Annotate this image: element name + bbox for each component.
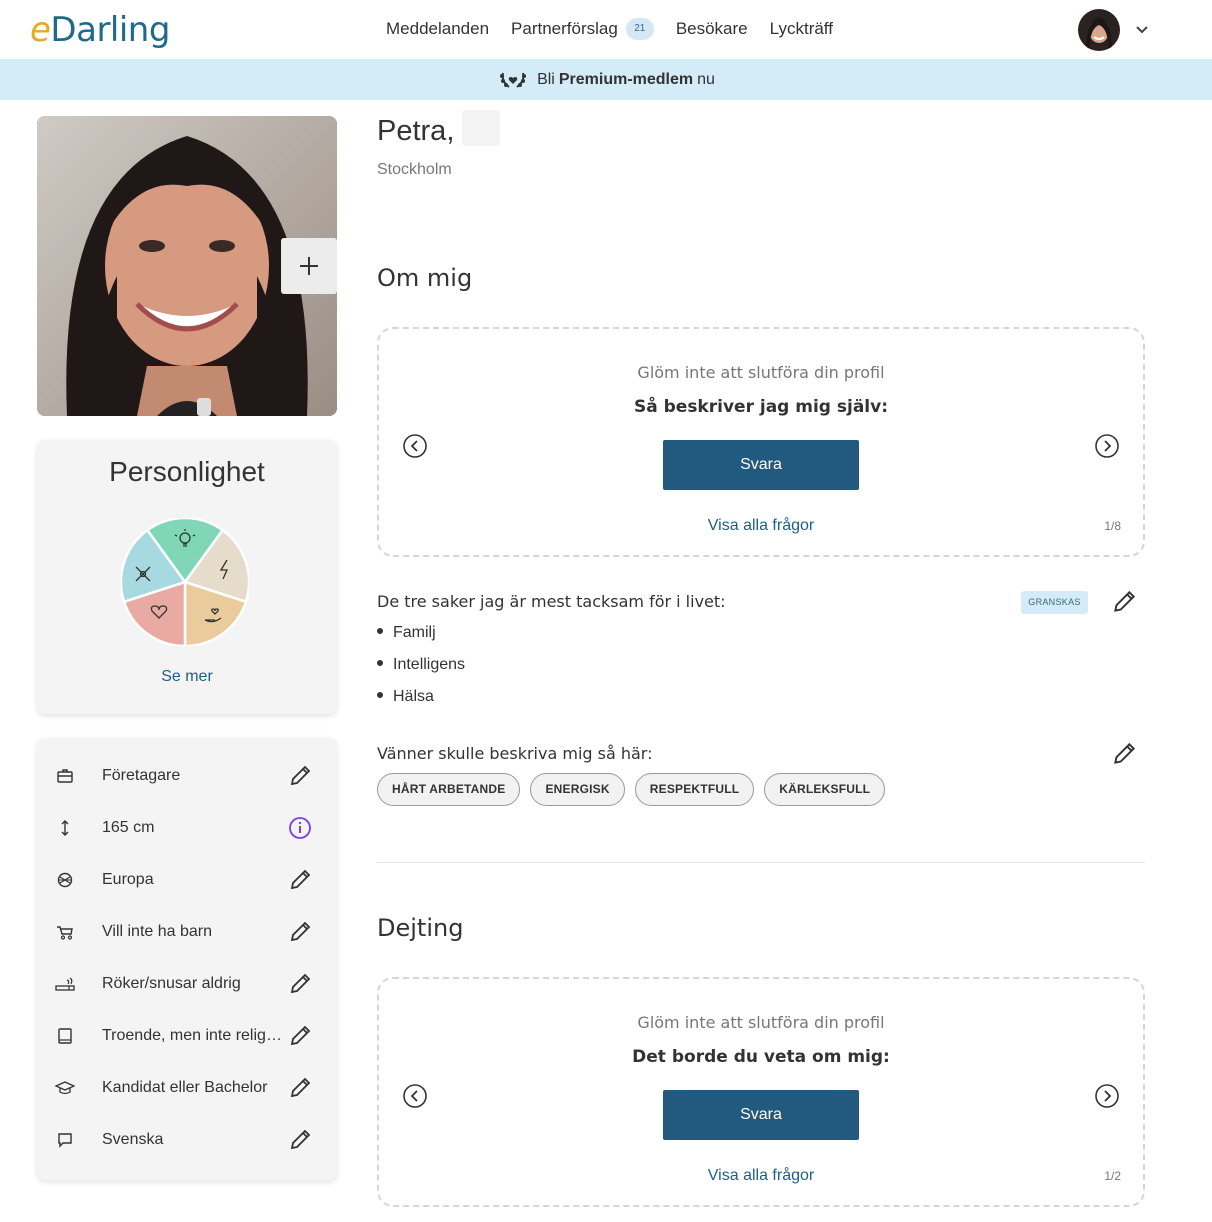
age-redacted (462, 110, 500, 146)
trait-tag: RESPEKTFULL (634, 773, 755, 806)
cigarette-icon (55, 977, 75, 991)
visa-alla-fragor-link[interactable]: Visa alla frågor (379, 517, 1143, 535)
trait-tag: HÅRT ARBETANDE (377, 773, 521, 806)
globe-icon (57, 872, 73, 888)
plus-icon (300, 257, 318, 275)
fact-row-religion: Troende, men inte religiös (37, 1010, 337, 1062)
edit-pencil-icon[interactable] (287, 763, 313, 789)
chevron-right-circle-icon[interactable] (1094, 1083, 1120, 1109)
chevron-left-circle-icon[interactable] (402, 1083, 428, 1109)
friends-tags: HÅRT ARBETANDE ENERGISK RESPEKTFULL KÄRL… (377, 773, 895, 806)
friends-question-title: Vänner skulle beskriva mig så här: (377, 744, 653, 763)
personality-title: Personlighet (109, 456, 265, 487)
profile-name: Petra, (377, 115, 455, 147)
info-icon[interactable] (287, 815, 313, 841)
fact-row-occupation: Företagare (37, 750, 337, 802)
personality-card: Personlighet Se mer (37, 440, 337, 714)
om-mig-heading: Om mig (377, 264, 473, 292)
question-text: Det borde du veta om mig: (632, 1047, 890, 1067)
edit-pencil-icon[interactable] (287, 867, 313, 893)
list-item: Familj (377, 624, 436, 642)
fact-row-children: Vill inte ha barn (37, 906, 337, 958)
list-item: Hälsa (377, 688, 434, 706)
edit-pencil-icon[interactable] (287, 971, 313, 997)
book-icon (58, 1028, 72, 1044)
edit-pencil-icon[interactable] (287, 1127, 313, 1153)
graduation-cap-icon (55, 1081, 75, 1095)
main-nav: Meddelanden Partnerförslag 21 Besökare Ly… (386, 18, 855, 40)
edit-pencil-icon[interactable] (1110, 740, 1138, 768)
fact-row-origin: Europa (37, 854, 337, 906)
chevron-down-icon[interactable] (1133, 20, 1151, 38)
om-mig-question-box: Glöm inte att slutföra din profil Så bes… (377, 327, 1145, 557)
trait-tag: KÄRLEKSFULL (764, 773, 886, 806)
dejting-question-box: Glöm inte att slutföra din profil Det bo… (377, 977, 1145, 1207)
laurel-heart-icon (500, 72, 527, 88)
grateful-question-title: De tre saker jag är mest tacksam för i l… (377, 592, 726, 611)
se-mer-link[interactable]: Se mer (37, 668, 337, 686)
list-item: Intelligens (377, 656, 465, 674)
question-pager: 1/2 (1104, 1169, 1121, 1183)
chevron-right-circle-icon[interactable] (1094, 433, 1120, 459)
trait-tag: ENERGISK (530, 773, 625, 806)
edit-pencil-icon[interactable] (287, 1075, 313, 1101)
nav-besokare[interactable]: Besökare (676, 19, 748, 39)
edarling-logo[interactable]: eDarling (30, 10, 170, 50)
nav-lycktraff[interactable]: Lyckträff (770, 19, 833, 39)
fact-row-height: 165 cm (37, 802, 337, 854)
fact-row-smoking: Röker/snusar aldrig (37, 958, 337, 1010)
profile-facts-card: Företagare 165 cm Europa Vill inte ha ba… (37, 738, 337, 1180)
fact-row-education: Kandidat eller Bachelor (37, 1062, 337, 1114)
edit-pencil-icon[interactable] (287, 919, 313, 945)
question-text: Så beskriver jag mig själv: (633, 397, 889, 417)
visa-alla-fragor-link[interactable]: Visa alla frågor (379, 1167, 1143, 1185)
svara-button[interactable]: Svara (663, 1090, 859, 1140)
nav-partnerforslag[interactable]: Partnerförslag 21 (511, 18, 654, 40)
fact-row-language: Svenska (37, 1114, 337, 1166)
premium-banner[interactable]: Bli Premium-medlem nu (0, 60, 1212, 100)
user-avatar[interactable] (1078, 9, 1120, 51)
speech-bubble-icon (58, 1133, 72, 1148)
granskas-status-badge: GRANSKAS (1021, 591, 1088, 614)
stroller-icon (57, 926, 73, 940)
partnerforslag-count-badge: 21 (625, 18, 654, 40)
height-arrows-icon (61, 820, 69, 836)
question-pager: 1/8 (1104, 519, 1121, 533)
briefcase-icon (57, 769, 73, 783)
edit-pencil-icon[interactable] (287, 1023, 313, 1049)
personality-pie-chart[interactable] (121, 518, 249, 646)
chevron-left-circle-icon[interactable] (402, 433, 428, 459)
section-divider (377, 862, 1145, 863)
edit-pencil-icon[interactable] (1110, 588, 1138, 616)
profile-city: Stockholm (377, 161, 452, 178)
svara-button[interactable]: Svara (663, 440, 859, 490)
top-header: eDarling Meddelanden Partnerförslag 21 Be… (0, 0, 1212, 60)
add-photo-button[interactable] (281, 238, 337, 294)
dejting-heading: Dejting (377, 914, 464, 942)
nav-meddelanden[interactable]: Meddelanden (386, 19, 489, 39)
